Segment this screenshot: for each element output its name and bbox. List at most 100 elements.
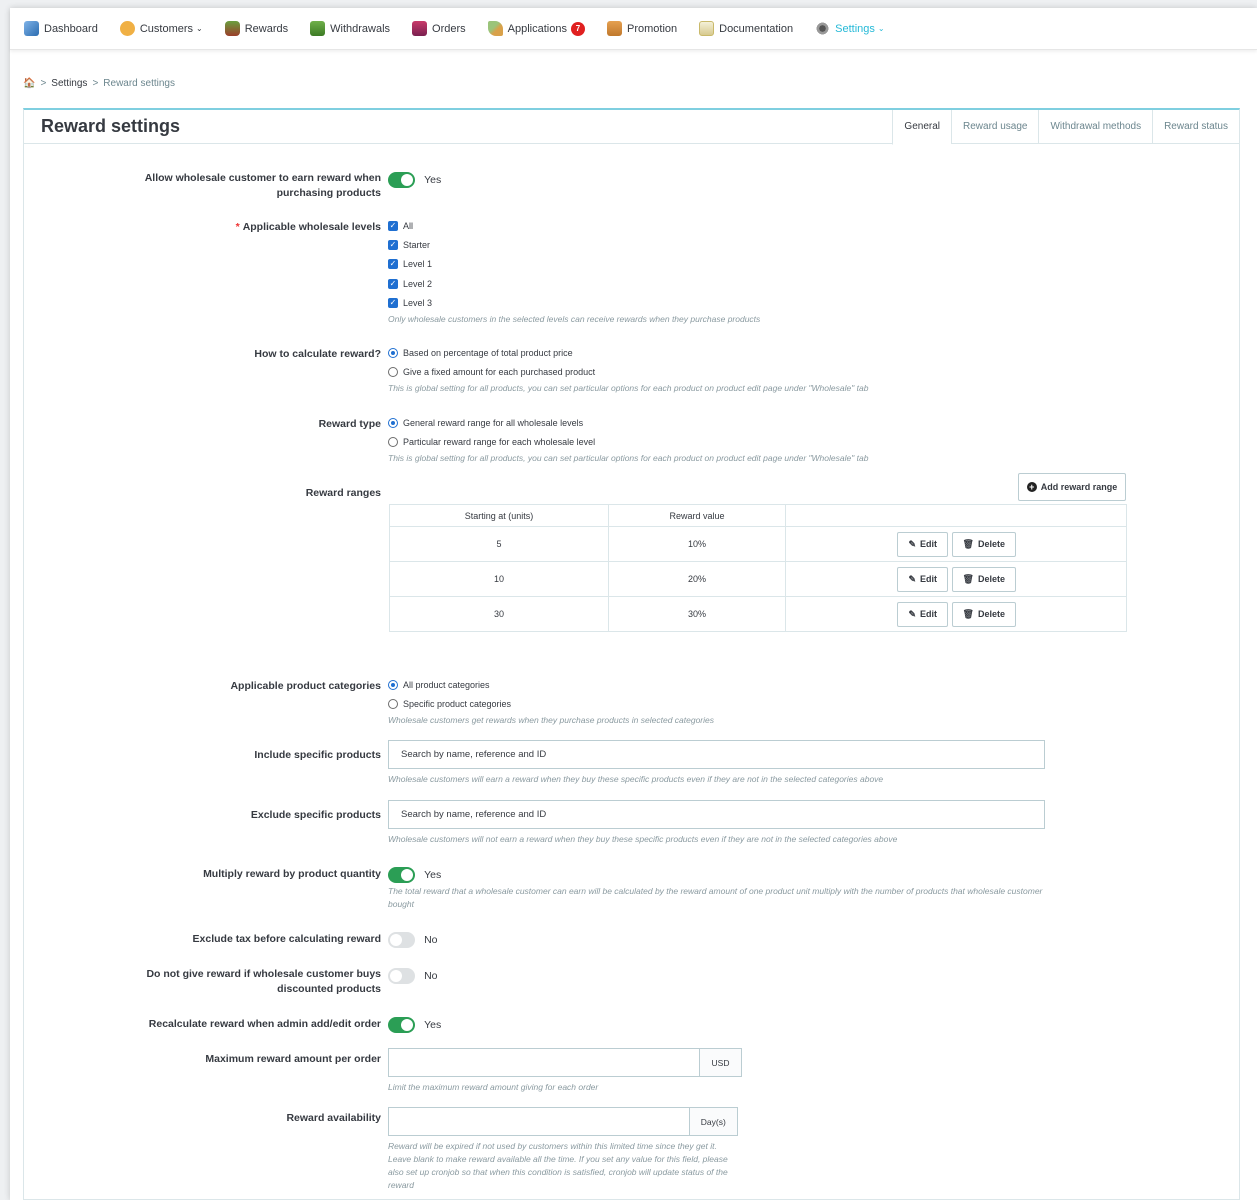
nav-promotion[interactable]: Promotion	[606, 21, 677, 36]
tab-general[interactable]: General	[892, 110, 951, 145]
level-checkbox-starter[interactable]: ✓ Starter	[388, 235, 760, 254]
availability-input[interactable]	[388, 1107, 689, 1136]
checkbox-checked-icon: ✓	[388, 240, 398, 251]
nav-dashboard[interactable]: Dashboard	[24, 21, 98, 36]
categories-option-all[interactable]: All product categories	[388, 675, 714, 694]
exclude-products-input[interactable]	[388, 800, 1045, 829]
tab-withdrawal-methods[interactable]: Withdrawal methods	[1038, 110, 1152, 144]
nav-label: Withdrawals	[330, 22, 391, 35]
levels-label-text: Applicable wholesale levels	[242, 221, 381, 233]
radio-empty-icon	[388, 437, 398, 448]
discounted-toggle[interactable]	[388, 968, 415, 984]
nav-withdrawals[interactable]: Withdrawals	[310, 21, 390, 36]
nav-label: Dashboard	[44, 22, 98, 35]
required-mark: *	[235, 221, 240, 233]
orders-icon	[412, 21, 428, 36]
level-checkbox-level-1[interactable]: ✓ Level 1	[388, 255, 760, 274]
toggle-knob	[390, 970, 402, 982]
delete-range-button[interactable]: 🗑 Delete	[951, 601, 1016, 627]
documentation-icon	[699, 21, 715, 36]
nav-label: Orders	[432, 22, 466, 35]
include-label: Include specific products	[254, 749, 381, 761]
allow-wholesale-toggle[interactable]	[388, 172, 415, 188]
calc-option-fixed[interactable]: Give a fixed amount for each purchased p…	[388, 362, 868, 381]
pencil-icon: ✎	[908, 608, 917, 619]
table-row: 30 30% ✎ Edit 🗑 Delete	[389, 596, 1127, 632]
nav-orders[interactable]: Orders	[412, 21, 466, 36]
max-amount-input[interactable]	[388, 1048, 699, 1077]
allow-wholesale-control: Yes	[388, 172, 441, 188]
level-option-label: Level 3	[403, 298, 433, 309]
delete-range-button[interactable]: 🗑 Delete	[951, 566, 1016, 592]
edit-label: Edit	[920, 609, 938, 619]
nav-applications[interactable]: Applications 7	[487, 21, 585, 36]
radio-selected-icon	[388, 679, 398, 690]
home-icon[interactable]: 🏠	[23, 78, 35, 89]
breadcrumb-separator: >	[40, 78, 47, 89]
rewards-icon	[224, 21, 240, 36]
exclude-control: Wholesale customers will not earn a rewa…	[388, 800, 1045, 846]
delete-label: Delete	[977, 574, 1005, 584]
radio-option-label: All product categories	[403, 679, 490, 690]
nav-settings[interactable]: Settings ⌄	[815, 21, 885, 36]
cell-value: 30%	[608, 596, 786, 632]
settings-tabs: General Reward usage Withdrawal methods …	[892, 110, 1239, 145]
delete-label: Delete	[977, 609, 1005, 619]
max-amount-input-group: USD	[388, 1048, 742, 1077]
panel-header: Reward settings General Reward usage Wit…	[24, 110, 1239, 145]
pencil-icon: ✎	[908, 538, 917, 549]
edit-range-button[interactable]: ✎ Edit	[897, 601, 949, 627]
checkbox-checked-icon: ✓	[388, 259, 398, 270]
applications-icon	[487, 21, 503, 36]
table-header-row: Starting at (units) Reward value	[389, 504, 1127, 527]
days-addon: Day(s)	[688, 1107, 738, 1136]
page-title: Reward settings	[41, 116, 181, 136]
multiply-control: Yes The total reward that a wholesale cu…	[388, 867, 1048, 911]
recalculate-value: Yes	[424, 1019, 442, 1031]
level-checkbox-level-2[interactable]: ✓ Level 2	[388, 274, 760, 293]
calc-option-percentage[interactable]: Based on percentage of total product pri…	[388, 343, 868, 362]
add-range-wrapper: + Add reward range	[1018, 473, 1126, 501]
include-control: Wholesale customers will earn a reward w…	[388, 740, 1045, 786]
level-checkbox-all[interactable]: ✓ All	[388, 216, 760, 235]
discounted-value: No	[424, 970, 438, 982]
cell-start: 10	[389, 561, 609, 597]
categories-option-specific[interactable]: Specific product categories	[388, 694, 714, 713]
pencil-icon: ✎	[908, 573, 917, 584]
edit-range-button[interactable]: ✎ Edit	[897, 531, 949, 557]
toggle-knob	[401, 869, 413, 881]
add-reward-range-button[interactable]: + Add reward range	[1018, 473, 1126, 501]
dashboard-icon	[24, 21, 39, 36]
max-amount-control: USD Limit the maximum reward amount givi…	[388, 1048, 742, 1094]
tab-reward-status[interactable]: Reward status	[1152, 110, 1239, 144]
edit-range-button[interactable]: ✎ Edit	[897, 566, 949, 592]
exclude-help: Wholesale customers will not earn a rewa…	[388, 834, 898, 844]
cell-actions: ✎ Edit 🗑 Delete	[785, 526, 1127, 562]
include-products-input[interactable]	[388, 740, 1045, 769]
radio-empty-icon	[388, 367, 398, 378]
breadcrumb-current: Reward settings	[103, 78, 175, 89]
exclude-tax-toggle[interactable]	[388, 932, 415, 948]
tab-reward-usage[interactable]: Reward usage	[951, 110, 1038, 144]
reward-type-option-general[interactable]: General reward range for all wholesale l…	[388, 413, 868, 432]
nav-label: Rewards	[244, 22, 289, 35]
toggle-knob	[401, 1019, 413, 1031]
availability-input-group: Day(s)	[388, 1107, 738, 1136]
nav-rewards[interactable]: Rewards	[224, 21, 289, 36]
delete-range-button[interactable]: 🗑 Delete	[951, 531, 1016, 557]
delete-label: Delete	[977, 539, 1005, 549]
level-checkbox-level-3[interactable]: ✓ Level 3	[388, 294, 760, 313]
breadcrumb-separator: >	[92, 78, 99, 89]
radio-selected-icon	[388, 347, 398, 358]
reward-type-option-particular[interactable]: Particular reward range for each wholesa…	[388, 432, 868, 451]
multiply-toggle[interactable]	[388, 867, 415, 883]
column-header-actions	[785, 504, 1127, 527]
exclude-tax-control: No	[388, 932, 438, 948]
column-header-value: Reward value	[608, 504, 786, 527]
nav-documentation[interactable]: Documentation	[699, 21, 793, 36]
availability-control: Day(s) Reward will be expired if not use…	[388, 1107, 738, 1192]
breadcrumb-settings-link[interactable]: Settings	[51, 78, 87, 89]
discounted-label: Do not give reward if wholesale customer…	[146, 968, 381, 995]
nav-customers[interactable]: Customers ⌄	[119, 21, 203, 36]
recalculate-toggle[interactable]	[388, 1017, 415, 1033]
